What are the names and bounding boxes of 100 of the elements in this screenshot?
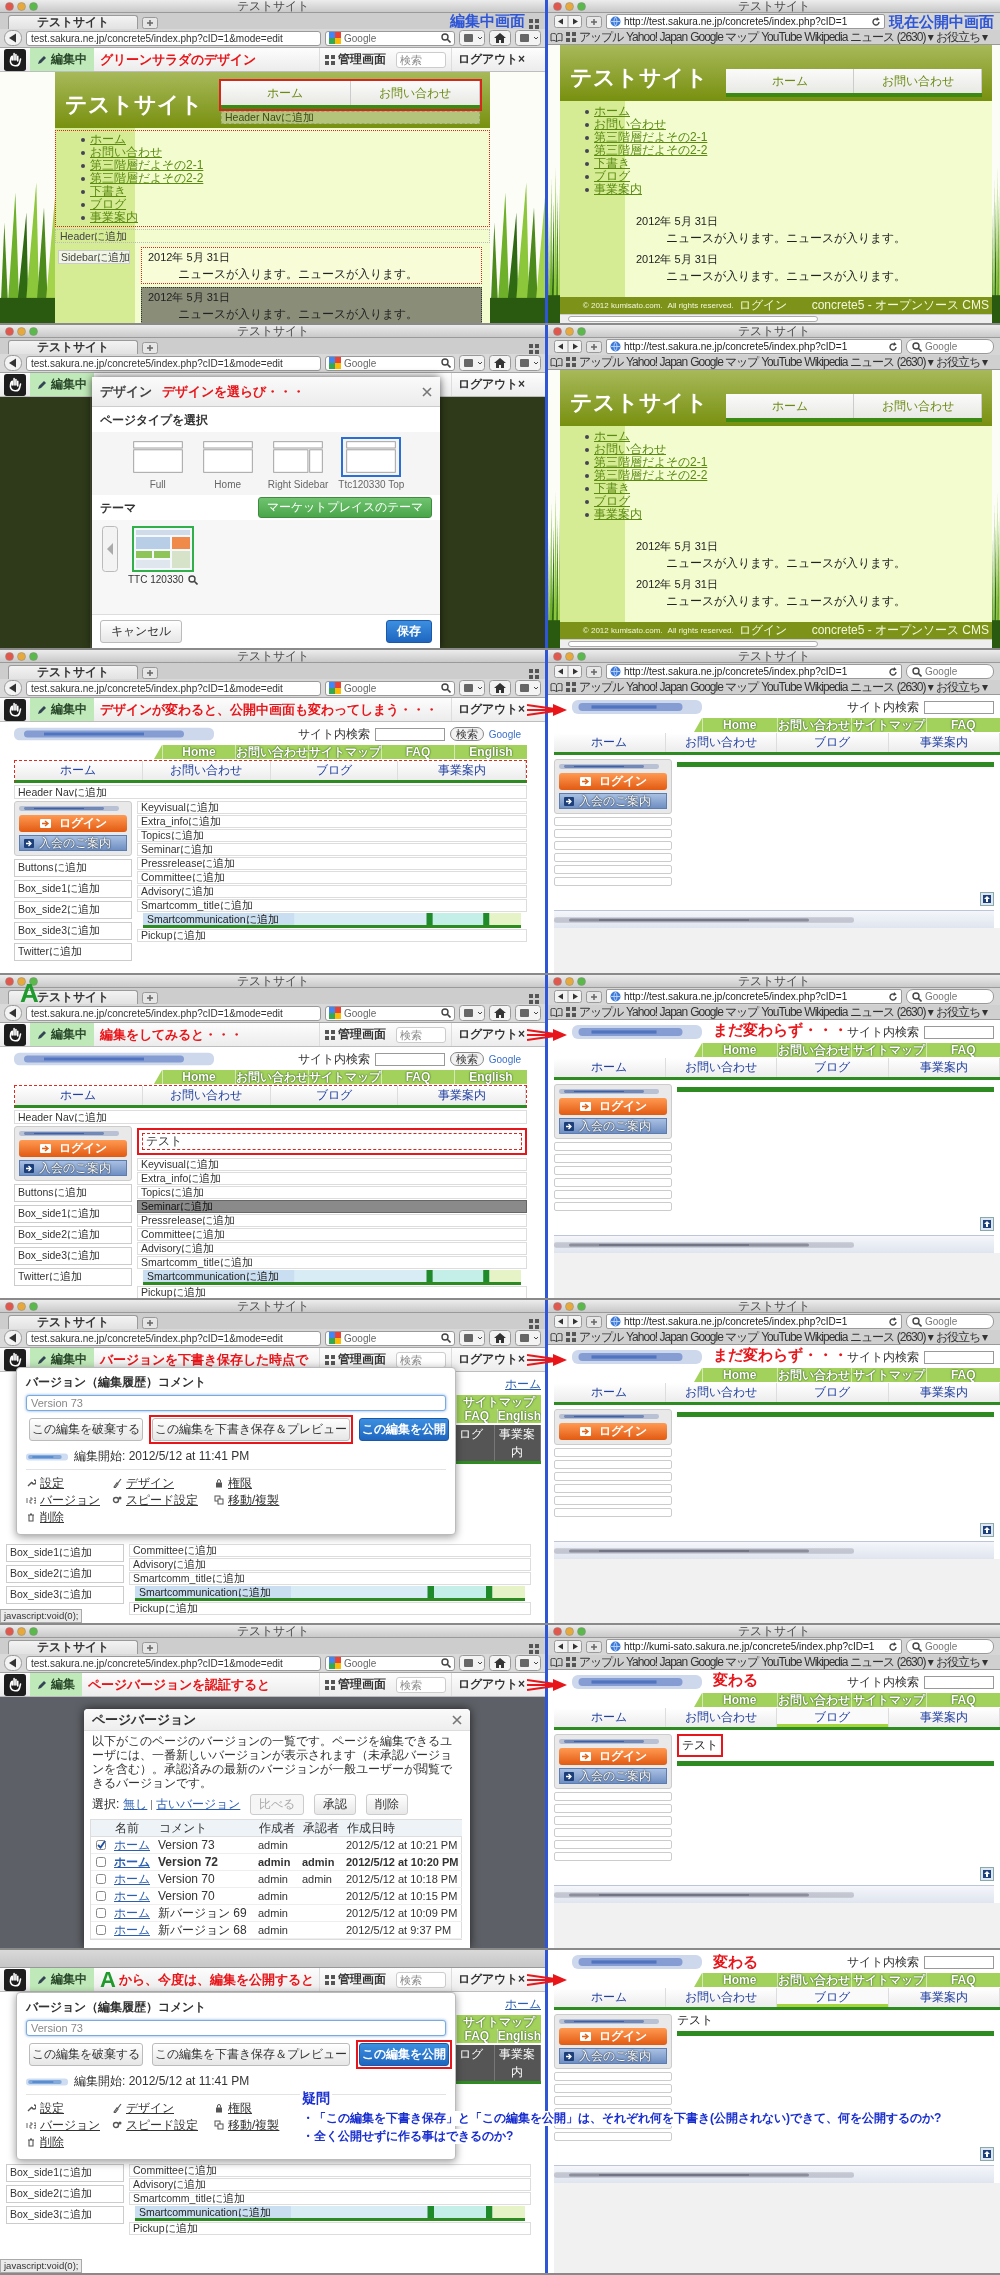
plus-icon[interactable] bbox=[586, 990, 602, 1003]
layout-thumbnail[interactable] bbox=[341, 437, 402, 477]
addon-icon[interactable] bbox=[515, 30, 541, 46]
add-area-label[interactable]: Box_side1に追加 bbox=[6, 1544, 124, 1562]
add-area-label[interactable]: Buttonsに追加 bbox=[14, 859, 132, 877]
search-field[interactable]: Google bbox=[906, 664, 994, 679]
page-top-icon[interactable] bbox=[980, 1217, 994, 1231]
book-icon[interactable] bbox=[550, 32, 563, 42]
dashboard-link[interactable]: 管理画面 bbox=[319, 1673, 391, 1696]
browser-tab[interactable]: テストサイト bbox=[8, 15, 138, 29]
add-area-label[interactable]: Box_side2に追加 bbox=[6, 1565, 124, 1583]
nav-link[interactable]: ブログ bbox=[270, 761, 399, 780]
dashboard-link[interactable]: 管理画面 bbox=[319, 48, 391, 71]
dashboard-link[interactable]: 管理画面 bbox=[319, 1023, 391, 1046]
home-icon[interactable] bbox=[489, 1005, 511, 1021]
page-link[interactable]: 第三階層だよその2-2 bbox=[584, 469, 708, 482]
bookmark-link[interactable]: Wikipedia bbox=[804, 680, 848, 694]
download-icon[interactable] bbox=[459, 1330, 485, 1346]
bookmark-link[interactable]: Yahoo! Japan bbox=[626, 1330, 688, 1344]
reload-icon[interactable] bbox=[888, 666, 898, 677]
bookmark-link[interactable]: YouTube bbox=[761, 680, 802, 694]
home-icon[interactable] bbox=[489, 1655, 511, 1671]
nav-link[interactable]: お問い合わせ bbox=[142, 1086, 271, 1105]
nav-link[interactable]: ホーム bbox=[554, 1383, 666, 1402]
add-area-label[interactable]: Smartcomm_titleに追加 bbox=[129, 2192, 531, 2205]
bookmark-link[interactable]: YouTube bbox=[761, 1005, 802, 1019]
edit-mode-button[interactable]: 編集中 bbox=[30, 1023, 94, 1046]
action-button[interactable]: 削除 bbox=[366, 1794, 409, 1815]
nav-link[interactable]: 事業案内 bbox=[494, 1425, 541, 1461]
grid-icon[interactable] bbox=[566, 1332, 576, 1342]
nav-link[interactable]: ホーム bbox=[554, 1058, 666, 1077]
nav-link[interactable]: ホーム bbox=[554, 1988, 666, 2007]
search-field[interactable]: 検索 bbox=[396, 1676, 446, 1693]
select-link[interactable]: 古いバージョン bbox=[156, 1796, 241, 1813]
browser-tab[interactable]: テストサイト bbox=[8, 665, 138, 679]
add-area-label[interactable]: Box_side3に追加 bbox=[14, 1247, 132, 1265]
content-block[interactable]: テスト bbox=[142, 1133, 522, 1150]
save-button[interactable]: 保存 bbox=[386, 620, 432, 643]
add-area-label[interactable]: Headerに追加 bbox=[55, 229, 490, 243]
reload-icon[interactable] bbox=[888, 1641, 898, 1652]
grid-icon[interactable] bbox=[325, 1974, 335, 1985]
add-area-label[interactable]: Extra_infoに追加 bbox=[137, 815, 527, 828]
add-area-label[interactable]: Pressreleaseに追加 bbox=[137, 857, 527, 870]
home-icon[interactable] bbox=[489, 30, 511, 46]
menu-link[interactable]: 設定 bbox=[26, 1476, 106, 1490]
checkbox[interactable] bbox=[96, 1857, 106, 1867]
addon-icon[interactable] bbox=[515, 355, 541, 371]
nav-link[interactable]: お問い合わせ bbox=[854, 394, 982, 418]
add-area-label[interactable]: Committeeに追加 bbox=[129, 2164, 531, 2177]
nav-link[interactable]: お問い合わせ bbox=[854, 69, 982, 93]
address-field[interactable]: http://kumi-sato.sakura.ne.jp/concrete5/index.php?cID=1 bbox=[606, 1639, 902, 1654]
home-icon[interactable] bbox=[489, 1330, 511, 1346]
browser-tab[interactable]: テストサイト bbox=[8, 1315, 138, 1329]
search-field[interactable]: 検索 bbox=[396, 51, 446, 68]
publish-button[interactable]: この編集を公開 bbox=[359, 2043, 449, 2066]
checkbox[interactable] bbox=[96, 1908, 106, 1918]
add-area-label[interactable]: Pickupに追加 bbox=[137, 1286, 527, 1298]
add-area-label[interactable]: Committeeに追加 bbox=[137, 1228, 527, 1241]
add-area-label[interactable]: Box_side2に追加 bbox=[14, 1226, 132, 1244]
home-icon[interactable] bbox=[489, 680, 511, 696]
bookmark-link[interactable]: お役立ち ▾ bbox=[935, 680, 988, 694]
grid-icon[interactable] bbox=[325, 54, 335, 65]
book-icon[interactable] bbox=[550, 1657, 563, 1667]
edit-mode-button[interactable]: 編集中 bbox=[30, 1968, 94, 1991]
nav-link[interactable]: ブログ bbox=[777, 1988, 889, 2007]
nav-link[interactable]: 事業案内 bbox=[398, 761, 526, 780]
comment-field[interactable]: Version 73 bbox=[26, 2020, 446, 2036]
bookmark-link[interactable]: Yahoo! Japan bbox=[626, 355, 688, 369]
search-field[interactable]: 検索 bbox=[396, 1971, 446, 1988]
bookmark-link[interactable]: YouTube bbox=[761, 355, 802, 369]
menu-link[interactable]: バージョン bbox=[26, 2118, 106, 2132]
bookmark-link[interactable]: Yahoo! Japan bbox=[626, 30, 688, 44]
add-area-label[interactable]: Pickupに追加 bbox=[129, 2222, 531, 2235]
addon-icon[interactable] bbox=[515, 680, 541, 696]
menu-link[interactable]: デザイン bbox=[112, 1476, 208, 1490]
menu-link[interactable]: デザイン bbox=[112, 2101, 208, 2115]
select-link[interactable]: 無し bbox=[123, 1796, 148, 1813]
bookmark-link[interactable]: ニュース (2630) ▾ bbox=[850, 1005, 933, 1019]
reload-icon[interactable] bbox=[888, 1316, 898, 1327]
search-field[interactable]: Google bbox=[325, 1330, 455, 1346]
bookmark-link[interactable]: Google マップ bbox=[690, 1330, 759, 1344]
search-field[interactable]: Google bbox=[906, 1314, 994, 1329]
page-link[interactable]: ホーム bbox=[111, 1888, 155, 1905]
add-area-label[interactable]: Seminarに追加 bbox=[137, 1200, 527, 1213]
edit-mode-button[interactable]: 編集 bbox=[30, 1673, 82, 1696]
bookmark-link[interactable]: アップル bbox=[579, 355, 623, 369]
hand-logo-icon[interactable] bbox=[4, 1024, 26, 1046]
menu-link[interactable]: 削除 bbox=[26, 2135, 106, 2149]
menu-link[interactable]: スピード設定 bbox=[112, 1493, 208, 1507]
back-icon[interactable] bbox=[4, 355, 22, 371]
search-field[interactable]: Google bbox=[325, 680, 455, 696]
page-link[interactable]: 第三階層だよその2-2 bbox=[584, 144, 708, 157]
bookmark-link[interactable]: アップル bbox=[579, 680, 623, 694]
add-area-label[interactable]: Box_side3に追加 bbox=[6, 1586, 124, 1604]
edit-mode-button[interactable]: 編集中 bbox=[30, 698, 94, 721]
bookmark-link[interactable]: Yahoo! Japan bbox=[626, 680, 688, 694]
bookmark-link[interactable]: Google マップ bbox=[690, 355, 759, 369]
edit-mode-button[interactable]: 編集中 bbox=[30, 48, 94, 71]
comment-field[interactable]: Version 73 bbox=[26, 1395, 446, 1411]
nav-link[interactable]: ホーム bbox=[726, 69, 854, 93]
